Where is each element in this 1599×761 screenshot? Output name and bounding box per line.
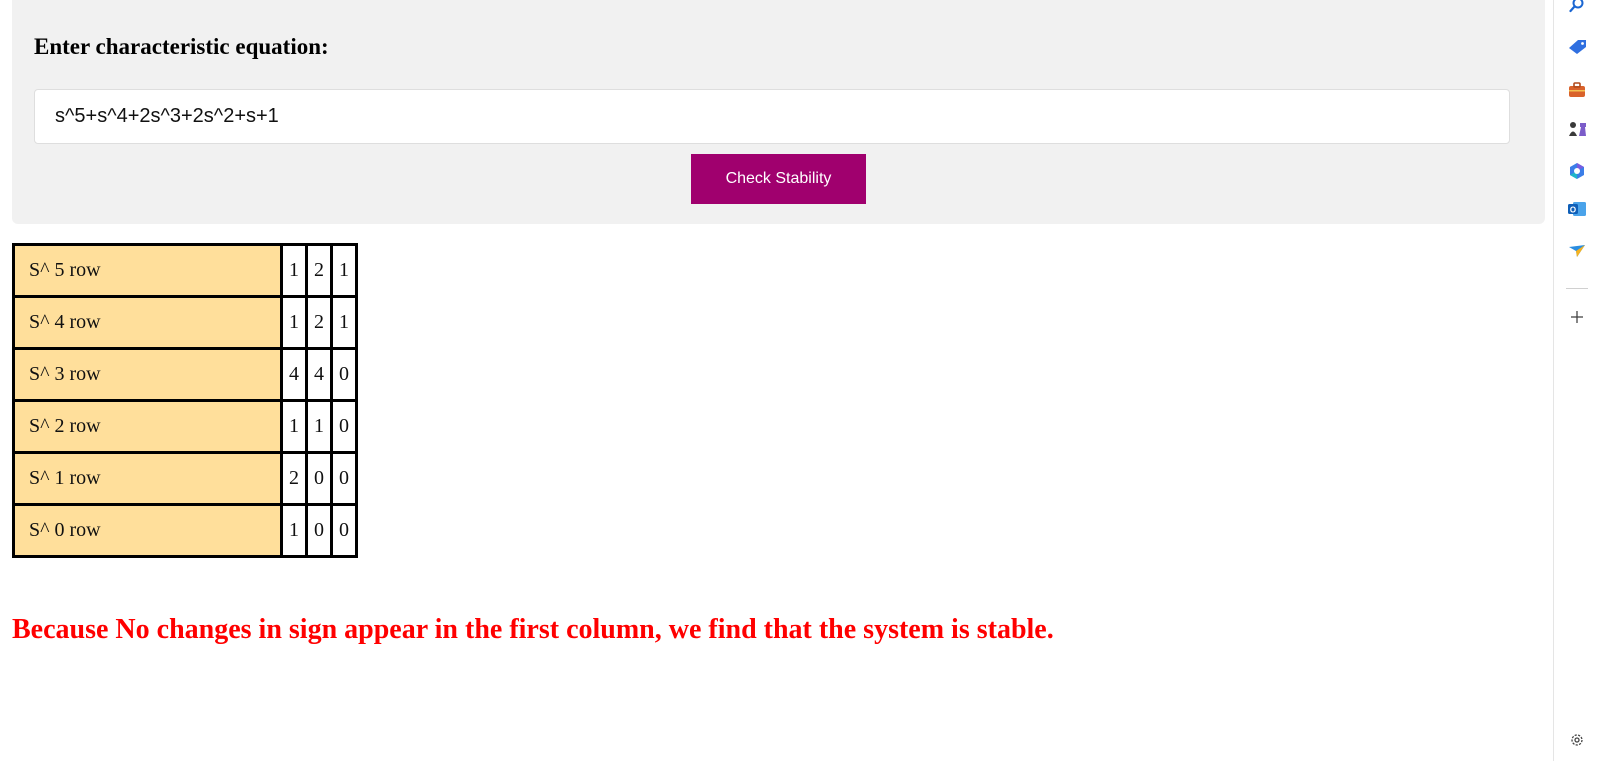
routh-table: S^ 5 row 1 2 1 S^ 4 row 1 2 1 S^ 3 row 4…	[12, 243, 358, 558]
row-label: S^ 1 row	[12, 451, 283, 506]
table-cell: 0	[305, 451, 333, 506]
table-row: S^ 5 row 1 2 1	[12, 243, 358, 298]
table-cell: 4	[305, 347, 333, 402]
table-row: S^ 2 row 1 1 0	[12, 399, 358, 454]
table-cell: 4	[280, 347, 308, 402]
main-content: Enter characteristic equation: Check Sta…	[0, 0, 1553, 761]
table-cell: 0	[330, 503, 358, 558]
copilot-icon[interactable]	[1566, 160, 1588, 182]
browser-page: Enter characteristic equation: Check Sta…	[0, 0, 1599, 761]
row-label: S^ 0 row	[12, 503, 283, 558]
table-cell: 2	[305, 243, 333, 298]
row-label: S^ 4 row	[12, 295, 283, 350]
table-row: S^ 0 row 1 0 0	[12, 503, 358, 558]
browser-side-panel: O	[1553, 0, 1599, 761]
row-label: S^ 3 row	[12, 347, 283, 402]
table-cell: 0	[330, 399, 358, 454]
table-cell: 0	[330, 347, 358, 402]
svg-text:O: O	[1570, 206, 1576, 215]
check-stability-button[interactable]: Check Stability	[691, 154, 866, 204]
table-cell: 1	[330, 243, 358, 298]
search-icon[interactable]	[1566, 0, 1588, 16]
equation-label: Enter characteristic equation:	[34, 34, 329, 59]
table-cell: 2	[280, 451, 308, 506]
table-cell: 2	[305, 295, 333, 350]
table-row: S^ 4 row 1 2 1	[12, 295, 358, 350]
equation-form: Enter characteristic equation: Check Sta…	[12, 0, 1545, 224]
table-row: S^ 3 row 4 4 0	[12, 347, 358, 402]
table-cell: 1	[280, 295, 308, 350]
table-cell: 1	[280, 503, 308, 558]
outlook-icon[interactable]: O	[1566, 198, 1588, 220]
table-cell: 0	[305, 503, 333, 558]
settings-icon[interactable]	[1566, 729, 1588, 751]
send-icon[interactable]	[1566, 240, 1588, 262]
table-cell: 1	[280, 243, 308, 298]
stability-result: Because No changes in sign appear in the…	[12, 614, 1054, 645]
table-row: S^ 1 row 2 0 0	[12, 451, 358, 506]
briefcase-icon[interactable]	[1566, 79, 1588, 101]
add-icon[interactable]	[1566, 306, 1588, 328]
row-label: S^ 5 row	[12, 243, 283, 298]
equation-input[interactable]	[34, 89, 1510, 144]
table-cell: 1	[305, 399, 333, 454]
row-label: S^ 2 row	[12, 399, 283, 454]
table-cell: 1	[280, 399, 308, 454]
table-cell: 0	[330, 451, 358, 506]
chess-icon[interactable]	[1566, 118, 1588, 140]
table-cell: 1	[330, 295, 358, 350]
tag-icon[interactable]	[1566, 36, 1588, 58]
side-panel-divider	[1566, 288, 1588, 289]
